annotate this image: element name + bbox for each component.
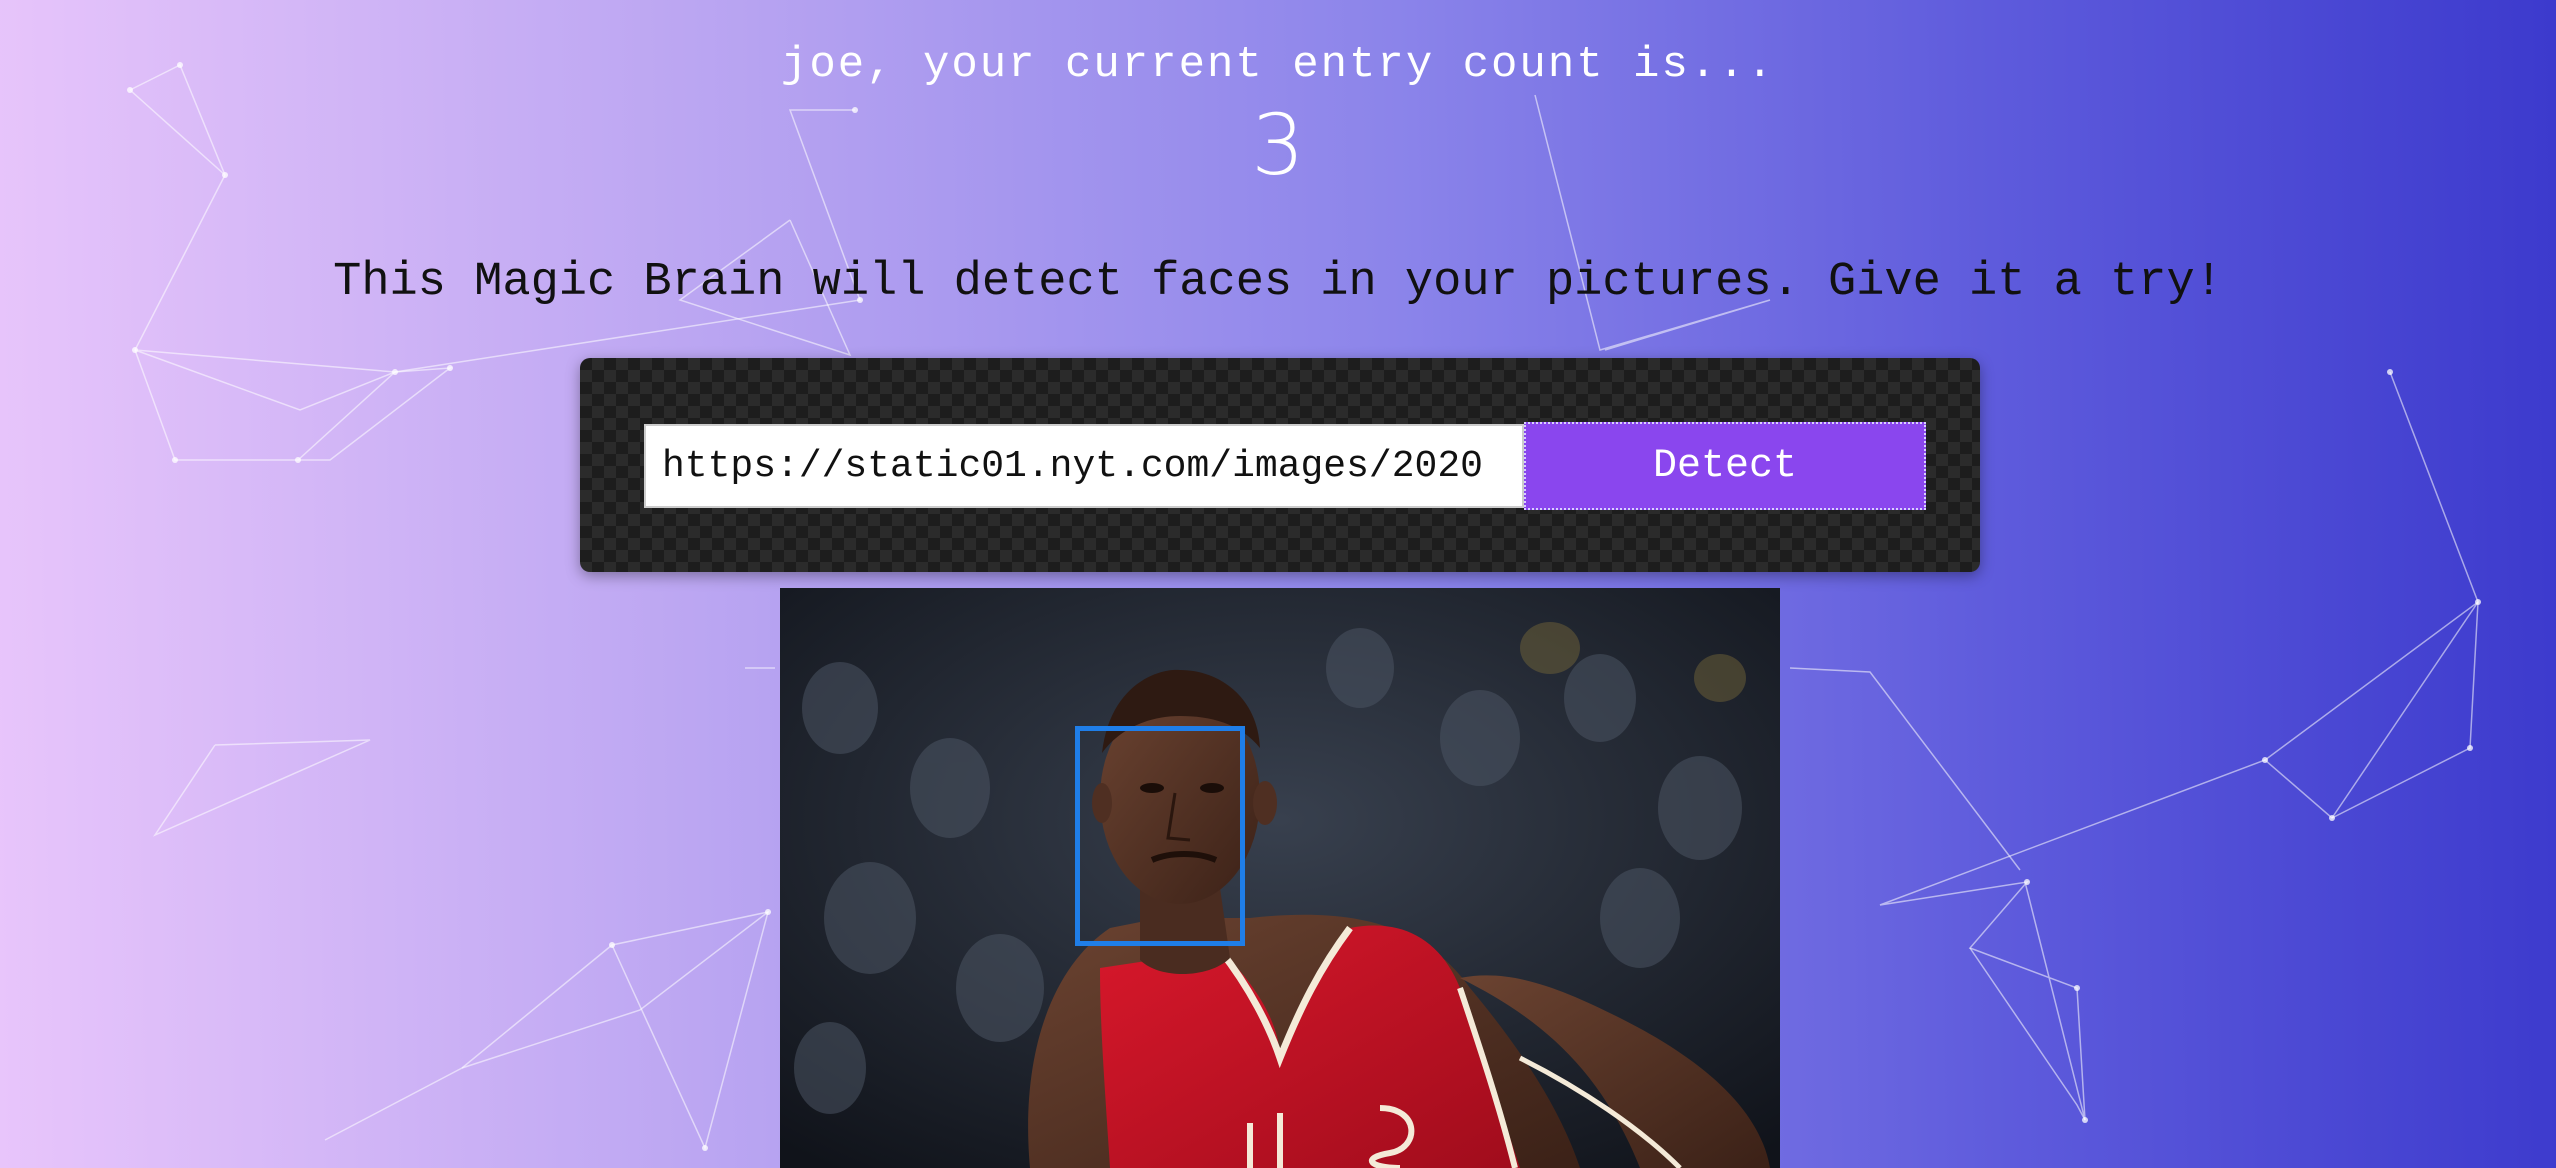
- image-url-input[interactable]: [644, 424, 1524, 508]
- detect-button[interactable]: Detect: [1524, 422, 1926, 510]
- detected-image: [780, 588, 1780, 1168]
- basketball-player-photo: [780, 588, 1780, 1168]
- image-url-form: Detect: [580, 358, 1980, 572]
- entry-count-value: 3: [1251, 96, 1305, 194]
- face-bounding-box: [1075, 726, 1245, 946]
- entry-count-message: joe, your current entry count is...: [780, 40, 1776, 90]
- page-tagline: This Magic Brain will detect faces in yo…: [333, 256, 2223, 309]
